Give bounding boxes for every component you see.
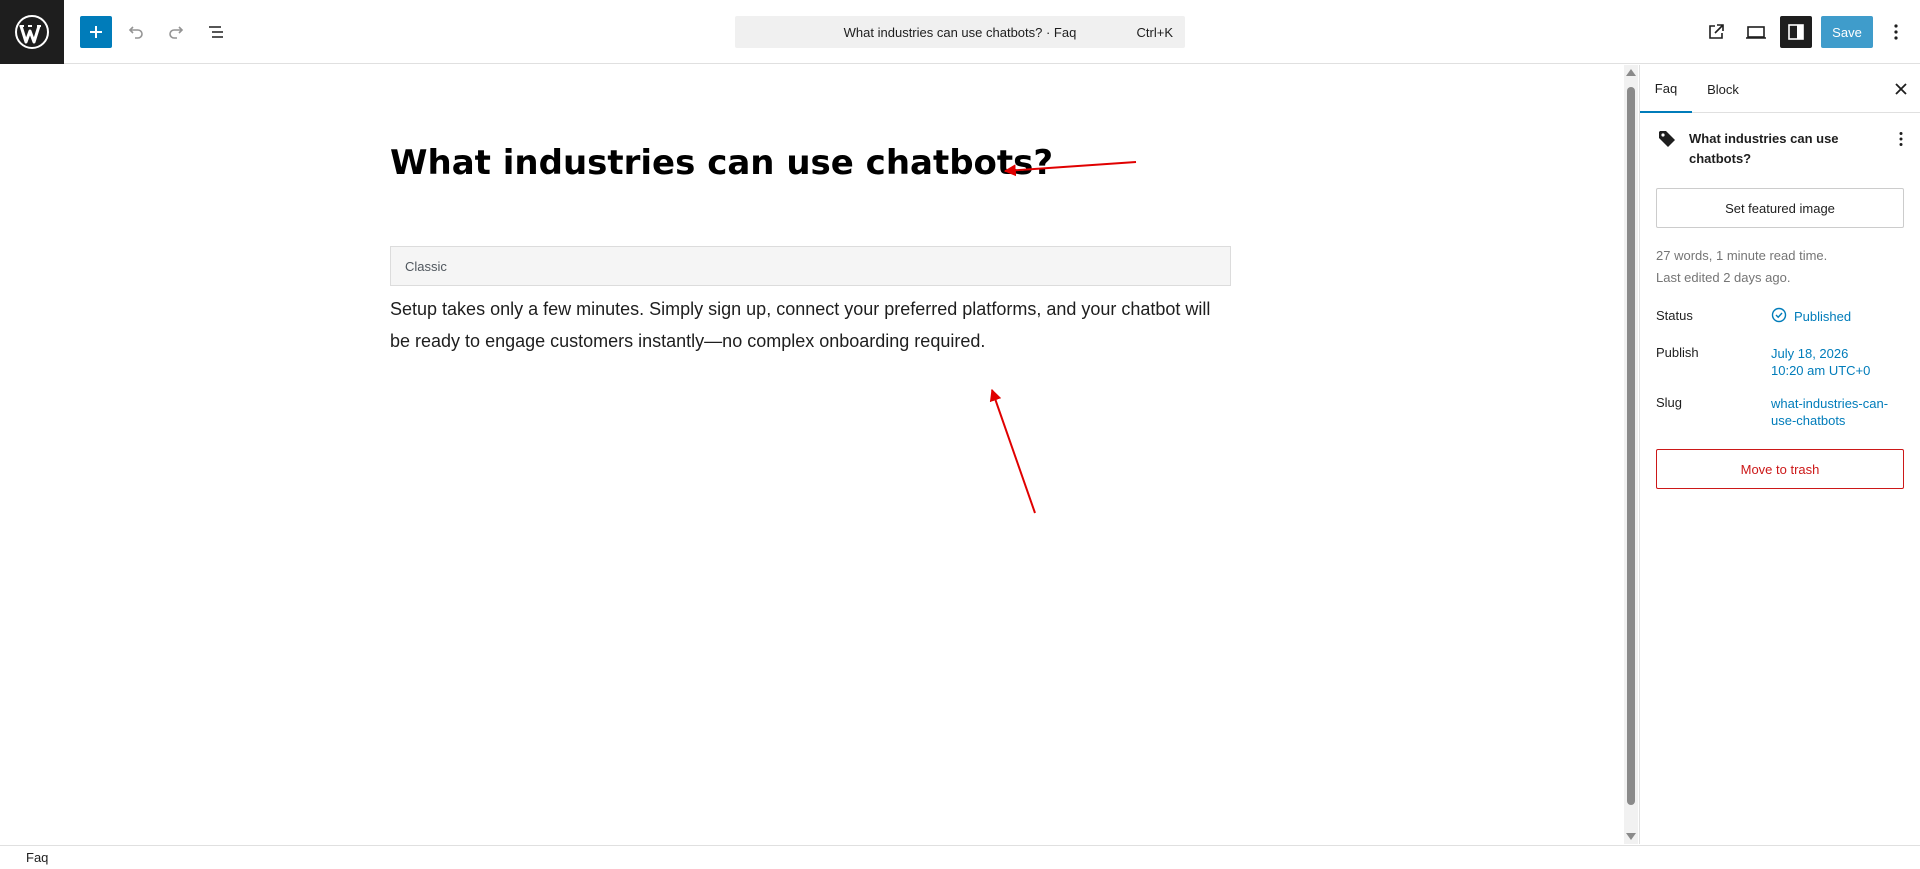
command-palette-bar[interactable]: What industries can use chatbots? · Faq … bbox=[735, 16, 1185, 48]
status-label: Status bbox=[1656, 308, 1693, 323]
redo-button[interactable] bbox=[160, 16, 192, 48]
classic-block-toolbar[interactable]: Classic bbox=[390, 246, 1231, 286]
editor-header: What industries can use chatbots? · Faq … bbox=[0, 0, 1920, 64]
document-overview-button[interactable] bbox=[200, 16, 232, 48]
sidebar-tabs: Faq Block bbox=[1640, 65, 1920, 113]
close-sidebar-button[interactable] bbox=[1885, 73, 1917, 105]
annotation-arrow-content bbox=[989, 388, 1036, 514]
vertical-ellipsis-icon bbox=[1899, 132, 1903, 146]
settings-sidebar-toggle[interactable] bbox=[1780, 16, 1812, 48]
set-featured-image-button[interactable]: Set featured image bbox=[1656, 188, 1904, 228]
view-post-button[interactable] bbox=[1700, 16, 1732, 48]
breadcrumb[interactable]: Faq bbox=[26, 850, 48, 865]
post-summary-title: What industries can use chatbots? bbox=[1689, 131, 1839, 166]
status-value[interactable]: Published bbox=[1794, 308, 1851, 325]
slug-label: Slug bbox=[1656, 395, 1683, 410]
vertical-ellipsis-icon bbox=[1894, 24, 1898, 40]
move-to-trash-button[interactable]: Move to trash bbox=[1656, 449, 1904, 489]
tab-block[interactable]: Block bbox=[1695, 65, 1751, 113]
tag-icon bbox=[1659, 131, 1675, 147]
save-button[interactable]: Save bbox=[1821, 16, 1873, 48]
redo-icon bbox=[169, 26, 184, 39]
classic-block-content[interactable]: Setup takes only a few minutes. Simply s… bbox=[390, 293, 1231, 357]
undo-button[interactable] bbox=[120, 16, 152, 48]
options-menu-button[interactable] bbox=[1880, 16, 1912, 48]
add-block-button[interactable] bbox=[80, 16, 112, 48]
keyboard-shortcut-hint: Ctrl+K bbox=[1136, 24, 1173, 40]
published-check-icon bbox=[1771, 307, 1787, 323]
canvas-scrollbar[interactable] bbox=[1624, 65, 1638, 844]
last-edited: Last edited 2 days ago. bbox=[1656, 270, 1791, 285]
scrollbar-thumb[interactable] bbox=[1627, 87, 1635, 805]
desktop-icon bbox=[1746, 26, 1766, 39]
tab-faq[interactable]: Faq bbox=[1640, 65, 1692, 113]
post-actions-menu-button[interactable] bbox=[1889, 127, 1913, 151]
editor-footer: Faq bbox=[0, 845, 1920, 869]
list-view-icon bbox=[209, 26, 223, 38]
publish-date[interactable]: July 18, 2026 bbox=[1771, 345, 1848, 362]
editor-canvas[interactable]: What industries can use chatbots? Classi… bbox=[0, 65, 1623, 844]
undo-icon bbox=[128, 26, 143, 39]
scroll-up-arrow-icon[interactable] bbox=[1626, 69, 1636, 76]
slug-value-line-2[interactable]: use-chatbots bbox=[1771, 412, 1845, 429]
post-title[interactable]: What industries can use chatbots? bbox=[390, 143, 1053, 183]
publish-time[interactable]: 10:20 am UTC+0 bbox=[1771, 362, 1870, 379]
wordpress-logo-icon[interactable] bbox=[0, 0, 64, 64]
settings-sidebar: Faq Block What industries can use chatbo… bbox=[1639, 65, 1920, 844]
close-icon bbox=[1895, 83, 1907, 95]
slug-value-line-1[interactable]: what-industries-can- bbox=[1771, 395, 1888, 412]
sidebar-icon bbox=[1788, 24, 1804, 40]
classic-block-label: Classic bbox=[405, 258, 447, 274]
publish-label: Publish bbox=[1656, 345, 1699, 360]
plus-icon bbox=[90, 26, 102, 38]
document-title: What industries can use chatbots? · Faq bbox=[843, 24, 1077, 40]
external-link-icon bbox=[1709, 24, 1724, 39]
scroll-down-arrow-icon[interactable] bbox=[1626, 833, 1636, 840]
word-count: 27 words, 1 minute read time. bbox=[1656, 248, 1828, 263]
device-preview-button[interactable] bbox=[1740, 16, 1772, 48]
